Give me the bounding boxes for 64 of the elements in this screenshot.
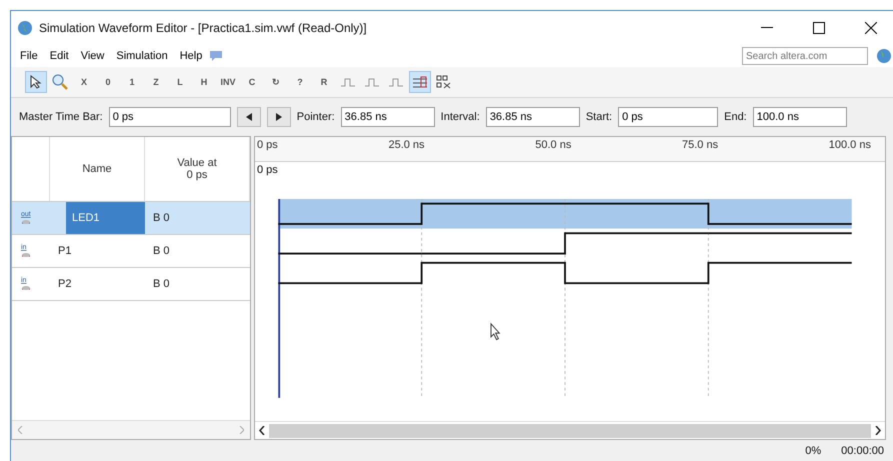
toolbar-button[interactable]: ? bbox=[289, 71, 311, 93]
time-tick: 100.0 ns bbox=[828, 139, 871, 153]
start-field[interactable]: 0 ps bbox=[618, 107, 718, 127]
signal-value: B 0 bbox=[152, 211, 171, 226]
grid-icon bbox=[412, 75, 428, 89]
end-label: End: bbox=[724, 111, 747, 123]
menu-item[interactable]: File bbox=[15, 48, 43, 64]
elapsed-time: 00:00:00 bbox=[841, 445, 884, 457]
maximize-icon bbox=[813, 22, 825, 34]
menu-item[interactable]: Simulation bbox=[111, 48, 173, 64]
window-title: Simulation Waveform Editor - [Practica1.sim.vwf (Read-Only)] bbox=[39, 21, 368, 35]
interval-field[interactable]: 36.85 ns bbox=[486, 107, 580, 127]
toolbar-button[interactable]: ↻ bbox=[265, 71, 287, 93]
globe-icon[interactable] bbox=[876, 48, 892, 64]
toolbar-button[interactable] bbox=[25, 71, 47, 93]
toolbar-button[interactable]: X bbox=[73, 71, 95, 93]
toolbar-button[interactable]: INV bbox=[217, 71, 239, 93]
nodes-icon bbox=[436, 75, 452, 89]
previous-button[interactable] bbox=[236, 107, 261, 127]
globe-icon bbox=[17, 20, 33, 36]
menu-item[interactable]: Edit bbox=[44, 48, 74, 64]
right-triangle-icon bbox=[276, 113, 282, 121]
menu-item[interactable]: View bbox=[76, 48, 110, 64]
progress-text: 0% bbox=[805, 445, 822, 457]
toolbar-button[interactable]: 0 bbox=[97, 71, 119, 93]
toolbar-button[interactable] bbox=[409, 71, 431, 93]
master-time-field[interactable]: 0 ps bbox=[108, 107, 231, 127]
menu-item[interactable]: Help bbox=[174, 48, 208, 64]
signal-value: B 0 bbox=[152, 277, 171, 292]
signal-value: B 0 bbox=[152, 244, 171, 259]
time-marker: 0 ps bbox=[256, 163, 279, 178]
end-field[interactable]: 100.0 ns bbox=[752, 107, 847, 127]
horizontal-scrollbar[interactable] bbox=[255, 421, 885, 440]
toolbar-button[interactable]: R bbox=[313, 71, 335, 93]
time-tick: 0 ps bbox=[257, 139, 278, 153]
start-label: Start: bbox=[586, 111, 612, 123]
time-tick: 50.0 ns bbox=[535, 139, 572, 153]
pointer-label: Pointer: bbox=[296, 111, 335, 123]
toolbar-button[interactable]: 1 bbox=[121, 71, 143, 93]
toolbar-button[interactable]: Z bbox=[145, 71, 167, 93]
pointer-icon bbox=[30, 75, 42, 89]
left-triangle-icon bbox=[246, 113, 252, 121]
cursor-icon bbox=[490, 323, 500, 341]
time-tick: 75.0 ns bbox=[682, 139, 718, 153]
column-header: Name bbox=[50, 137, 145, 201]
signal-name: P1 bbox=[57, 244, 72, 259]
signal-name: P2 bbox=[57, 277, 72, 292]
close-icon bbox=[865, 22, 877, 34]
signal-name: LED1 bbox=[66, 202, 145, 234]
column-header: Value at 0 ps bbox=[145, 137, 250, 201]
toolbar-button[interactable]: L bbox=[169, 71, 191, 93]
feedback-icon[interactable] bbox=[209, 50, 224, 62]
zoom-icon bbox=[52, 74, 68, 90]
search-field[interactable]: Search altera.com bbox=[742, 47, 868, 65]
toolbar-button[interactable]: C bbox=[241, 71, 263, 93]
next-button[interactable] bbox=[266, 107, 291, 127]
interval-label: Interval: bbox=[440, 111, 480, 123]
pointer-field[interactable]: 36.85 ns bbox=[340, 107, 435, 127]
scroll-left-icon[interactable] bbox=[259, 426, 265, 436]
time-tick: 25.0 ns bbox=[388, 139, 425, 153]
scroll-right-icon[interactable] bbox=[875, 426, 881, 436]
minimize-icon bbox=[761, 27, 773, 29]
toolbar-button[interactable]: H bbox=[193, 71, 215, 93]
master-time-bar-label: Master Time Bar: bbox=[19, 111, 103, 123]
